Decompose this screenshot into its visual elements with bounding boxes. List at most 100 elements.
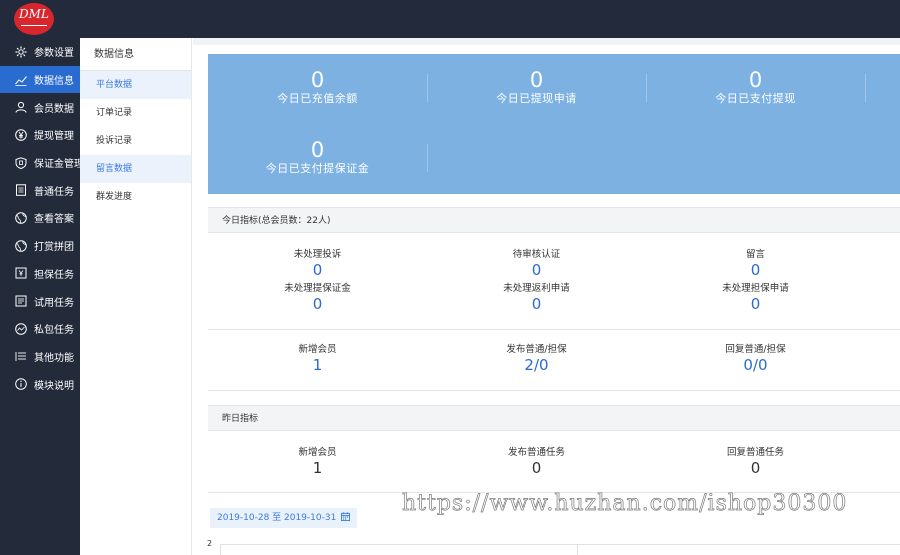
info-icon — [15, 378, 27, 390]
stat-value: 0 — [748, 68, 763, 92]
subnav-item-platform-data[interactable]: 平台数据 — [80, 71, 191, 99]
metric-label: 发布普通/担保 — [506, 344, 567, 355]
metric-label: 未处理提保证金 — [284, 283, 351, 294]
divider — [208, 329, 900, 330]
metric-replied: 回复普通/担保 0/0 — [646, 344, 865, 374]
sidebar-item-label: 保证金管理 — [34, 159, 84, 171]
calendar-icon — [341, 509, 351, 521]
metric-label: 留言 — [745, 249, 765, 260]
sidebar-item-members[interactable]: 会员数据 — [0, 93, 80, 121]
sidebar-item-label: 提现管理 — [34, 131, 74, 143]
gear-icon — [15, 46, 27, 58]
logo-text: DML — [19, 7, 49, 21]
sidebar-item-normal-task[interactable]: 普通任务 — [0, 176, 80, 204]
metric-yesterday-replied: 回复普通任务 0 — [646, 447, 865, 477]
subnav-item-complaint-records[interactable]: 投诉记录 — [80, 127, 191, 155]
sidebar-item-guarantee-task[interactable]: 担保任务 — [0, 260, 80, 288]
metric-messages: 留言 0 — [646, 249, 865, 279]
metric-label: 发布普通任务 — [507, 447, 565, 458]
sidebar-item-other[interactable]: 其他功能 — [0, 343, 80, 371]
shield-icon — [15, 156, 27, 169]
guarantee-icon — [15, 267, 27, 279]
sidebar-item-trial-task[interactable]: 试用任务 — [0, 287, 80, 315]
stat-recharge: 0 今日已充值余额 — [208, 68, 427, 106]
stat-label: 今日已支付提保证金 — [265, 162, 370, 175]
stat-divider — [865, 74, 866, 102]
metric-pending-verification: 待审核认证 0 — [427, 249, 646, 279]
yesterday-metrics-header: 昨日指标 — [208, 405, 900, 431]
metric-label: 待审核认证 — [512, 249, 561, 260]
subnav-item-order-records[interactable]: 订单记录 — [80, 99, 191, 127]
sidebar-item-reward-group[interactable]: 打赏拼团 — [0, 232, 80, 260]
metric-label: 新增会员 — [298, 447, 337, 458]
watermark-text: https://www.huzhan.com/ishop30300 — [402, 491, 848, 517]
metric-value[interactable]: 0 — [646, 295, 865, 313]
stat-deposit-paid: 0 今日已支付提保证金 — [208, 138, 427, 176]
subnav-item-broadcast-progress[interactable]: 群发进度 — [80, 183, 191, 211]
metric-value[interactable]: 0/0 — [646, 356, 865, 374]
metric-label: 回复普通/担保 — [725, 344, 786, 355]
sidebar-item-label: 其他功能 — [34, 352, 74, 364]
sidebar-item-withdraw[interactable]: 提现管理 — [0, 121, 80, 149]
sidebar-item-label: 试用任务 — [34, 297, 74, 309]
sidebar-item-data-info[interactable]: 数据信息 — [0, 65, 80, 94]
metric-unhandled-rebate: 未处理返利申请 0 — [427, 283, 646, 313]
metric-yesterday-published: 发布普通任务 0 — [427, 447, 646, 477]
metric-yesterday-new-members: 新增会员 1 — [208, 447, 427, 477]
sidebar-item-label: 会员数据 — [34, 103, 74, 115]
sidebar-item-params[interactable]: 参数设置 — [0, 38, 80, 66]
metric-unhandled-complaints: 未处理投诉 0 — [208, 249, 427, 279]
sidebar-item-label: 数据信息 — [34, 76, 74, 88]
stat-withdraw-paid: 0 今日已支付提现 — [646, 68, 865, 106]
yesterday-metrics-block: 新增会员 1 发布普通任务 0 回复普通任务 0 — [208, 431, 900, 493]
sidebar-item-deposit[interactable]: 保证金管理 — [0, 149, 84, 177]
today-stats-panel: 0 今日已充值余额 0 今日已提现申请 0 今日已支付提现 0 今日已支付提保证… — [208, 54, 900, 194]
date-range-label: 2019-10-28 至 2019-10-31 — [217, 513, 337, 523]
divider — [208, 390, 900, 391]
metric-value[interactable]: 2/0 — [427, 356, 646, 374]
top-bar: DML — [0, 0, 900, 38]
subnav-item-message-data[interactable]: 留言数据 — [80, 155, 191, 183]
stat-label: 今日已充值余额 — [277, 92, 358, 105]
globe-icon — [15, 239, 27, 252]
sidebar-item-label: 打赏拼团 — [34, 242, 74, 254]
sidebar-item-label: 私包任务 — [34, 325, 74, 337]
metric-value[interactable]: 0 — [208, 261, 427, 279]
sidebar-item-label: 模块说明 — [34, 380, 74, 392]
user-icon — [15, 101, 27, 113]
date-range-picker[interactable]: 2019-10-28 至 2019-10-31 — [210, 508, 358, 528]
chart-icon — [15, 74, 27, 86]
today-metrics-block: 未处理投诉 0 待审核认证 0 留言 0 未处理提保证金 0 未处理返利申请 0… — [208, 233, 900, 391]
stat-value: 0 — [529, 68, 544, 92]
globe-icon — [15, 212, 27, 224]
chart-gridline-vertical — [577, 544, 578, 555]
logo-underline — [21, 25, 47, 26]
sidebar-item-answers[interactable]: 查看答案 — [0, 204, 80, 232]
metric-label: 回复普通任务 — [726, 447, 784, 458]
stat-label: 今日已支付提现 — [715, 92, 796, 105]
main-content: 0 今日已充值余额 0 今日已提现申请 0 今日已支付提现 0 今日已支付提保证… — [193, 38, 900, 555]
today-metrics-header: 今日指标(总会员数：22人) — [208, 207, 900, 233]
sub-navigation: 数据信息 平台数据 订单记录 投诉记录 留言数据 群发进度 — [80, 38, 192, 555]
metric-value[interactable]: 0 — [427, 295, 646, 313]
metric-value[interactable]: 0 — [208, 295, 427, 313]
chart-gridline — [220, 544, 900, 545]
top-strip — [193, 38, 900, 45]
sidebar: 参数设置 数据信息 会员数据 提现管理 保证金管理 普通任务 查看答案 打赏拼团… — [0, 38, 84, 555]
sidebar-item-private-task[interactable]: 私包任务 — [0, 315, 80, 343]
stat-value: 0 — [310, 68, 325, 92]
sidebar-item-module-help[interactable]: 模块说明 — [0, 370, 80, 398]
metric-value[interactable]: 0 — [427, 261, 646, 279]
list-icon — [15, 295, 27, 307]
metric-value[interactable]: 1 — [208, 356, 427, 374]
circle-chart-icon — [15, 322, 27, 335]
metric-value[interactable]: 0 — [646, 261, 865, 279]
metric-label: 新增会员 — [298, 344, 337, 355]
metric-value: 0 — [531, 459, 542, 477]
brand-logo[interactable]: DML — [14, 3, 54, 35]
doc-icon — [15, 184, 27, 197]
sidebar-item-label: 担保任务 — [34, 269, 74, 281]
sidebar-item-label: 参数设置 — [34, 48, 74, 60]
metric-new-members: 新增会员 1 — [208, 344, 427, 374]
chart-axis-line — [220, 544, 221, 555]
